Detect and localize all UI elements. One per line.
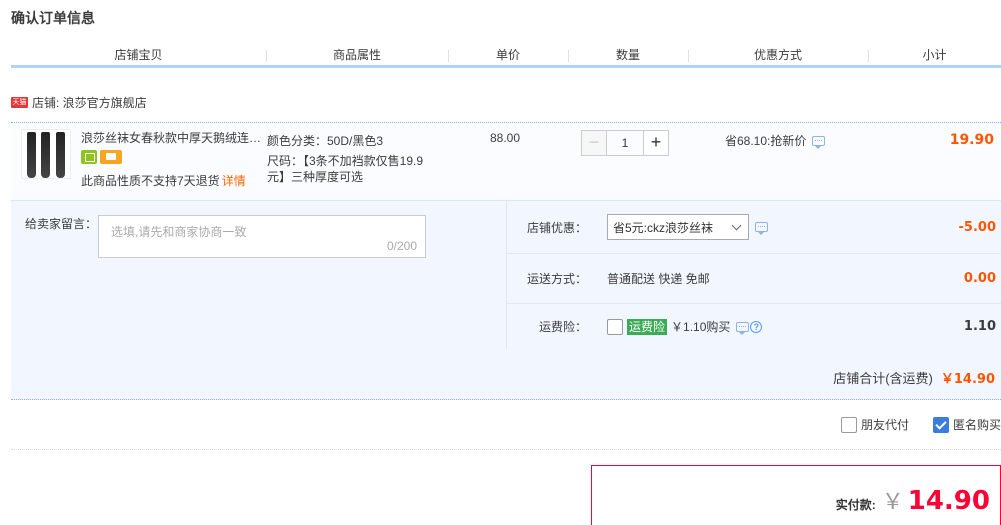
shop-discount-label: 店铺优惠： bbox=[526, 220, 587, 235]
insurance-row: 运费险： 运费险 ￥1.10购买 ? 1.10 bbox=[507, 304, 1001, 349]
total-label: 实付款: bbox=[835, 498, 876, 512]
page-title: 确认订单信息 bbox=[11, 10, 95, 26]
message-icon[interactable] bbox=[812, 135, 826, 149]
divider bbox=[11, 449, 1001, 450]
col-discount: 优惠方式 bbox=[688, 44, 868, 65]
shop-total-value: ￥14.90 bbox=[940, 372, 995, 387]
total-value: 14.90 bbox=[907, 486, 990, 516]
shop-discount-amount: -5.00 bbox=[958, 219, 996, 235]
anonymous-label: 匿名购买 bbox=[952, 418, 1001, 432]
column-header: 店铺宝贝 商品属性 单价 数量 优惠方式 小计 bbox=[11, 44, 1001, 68]
anonymous-option[interactable]: 匿名购买 bbox=[932, 416, 1001, 433]
anonymous-checkbox[interactable] bbox=[932, 416, 949, 433]
col-shop-items: 店铺宝贝 bbox=[114, 48, 163, 62]
credit-card-icon[interactable] bbox=[100, 150, 122, 164]
message-icon[interactable] bbox=[755, 222, 768, 235]
stocking-leg-icon bbox=[56, 132, 66, 178]
total-payment-box: 实付款: ￥ 14.90 bbox=[591, 465, 1001, 525]
shipping-method: 普通配送 快递 免邮 bbox=[607, 272, 710, 286]
discount-text: 省68.10:抢新价 bbox=[725, 134, 807, 148]
col-attributes: 商品属性 bbox=[266, 44, 448, 65]
order-extras: 给卖家留言： 选填,请先和商家协商一致 0/200 店铺优惠： 省5元:ckz浪… bbox=[11, 200, 1001, 400]
attr-color: 颜色分类：50D/黑色3 bbox=[267, 134, 384, 148]
memo-placeholder: 选填,请先和商家协商一致 bbox=[111, 225, 247, 239]
shop-discount-row: 店铺优惠： 省5元:ckz浪莎丝袜 -5.00 bbox=[507, 201, 1001, 254]
insurance-amount: 1.10 bbox=[963, 319, 996, 334]
shop-total-label: 店铺合计(含运费) bbox=[833, 371, 933, 386]
quantity-stepper: − 1 + bbox=[581, 130, 669, 156]
quantity-increase-button[interactable]: + bbox=[643, 130, 669, 156]
stocking-leg-icon bbox=[41, 132, 51, 178]
order-options-panel: 店铺优惠： 省5元:ckz浪莎丝袜 -5.00 运送方式： 普通配送 快递 免邮… bbox=[506, 201, 1001, 349]
message-icon[interactable] bbox=[736, 321, 750, 335]
no-return-notice: 此商品性质不支持7天退货 详情 bbox=[81, 173, 246, 189]
memo-label: 给卖家留言： bbox=[25, 217, 98, 231]
col-quantity: 数量 bbox=[568, 44, 688, 65]
detail-link[interactable]: 详情 bbox=[222, 174, 246, 188]
discount-method: 省68.10:抢新价 bbox=[725, 132, 826, 149]
item-subtotal: 19.90 bbox=[949, 132, 994, 148]
guarantee-icon[interactable] bbox=[81, 150, 97, 164]
shop-row: 天猫 店铺: 浪莎官方旗舰店 bbox=[11, 93, 147, 111]
chevron-down-icon bbox=[731, 220, 742, 231]
service-badges bbox=[81, 150, 122, 164]
shop-total: 店铺合计(含运费) ￥14.90 bbox=[833, 368, 995, 387]
product-image[interactable] bbox=[21, 129, 71, 179]
shop-discount-select[interactable]: 省5元:ckz浪莎丝袜 bbox=[607, 214, 749, 240]
insurance-tag: 运费险 bbox=[627, 318, 668, 335]
total-currency: ￥ bbox=[881, 489, 904, 514]
memo-char-count: 0/200 bbox=[386, 239, 417, 253]
seller-memo-input[interactable]: 选填,请先和商家协商一致 0/200 bbox=[98, 215, 426, 258]
friend-pay-label: 朋友代付 bbox=[860, 418, 909, 432]
col-unit-price: 单价 bbox=[448, 44, 568, 65]
friend-pay-option[interactable]: 朋友代付 bbox=[840, 416, 909, 433]
pay-options: 朋友代付 匿名购买 bbox=[817, 416, 1001, 433]
shipping-label: 运送方式： bbox=[526, 272, 587, 286]
insurance-label: 运费险： bbox=[538, 320, 587, 334]
shop-discount-selected: 省5元:ckz浪莎丝袜 bbox=[613, 220, 714, 235]
friend-pay-checkbox[interactable] bbox=[840, 416, 857, 433]
insurance-checkbox[interactable] bbox=[607, 318, 623, 335]
stocking-leg-icon bbox=[26, 132, 36, 178]
product-title[interactable]: 浪莎丝袜女春秋款中厚天鹅绒连… bbox=[81, 130, 265, 146]
tmall-icon: 天猫 bbox=[11, 96, 28, 108]
shop-name[interactable]: 店铺: 浪莎官方旗舰店 bbox=[32, 94, 147, 111]
order-item-row: 浪莎丝袜女春秋款中厚天鹅绒连… 此商品性质不支持7天退货 详情 颜色分类：50D/… bbox=[11, 122, 1001, 200]
shipping-row: 运送方式： 普通配送 快递 免邮 0.00 bbox=[507, 254, 1001, 304]
no-return-text: 此商品性质不支持7天退货 bbox=[81, 174, 220, 188]
help-icon[interactable]: ? bbox=[750, 320, 763, 333]
unit-price: 88.00 bbox=[490, 131, 521, 145]
insurance-price-text: ￥1.10购买 bbox=[671, 320, 731, 334]
col-subtotal: 小计 bbox=[868, 44, 1001, 65]
quantity-input[interactable]: 1 bbox=[607, 130, 643, 156]
quantity-decrease-button[interactable]: − bbox=[581, 130, 607, 156]
shipping-amount: 0.00 bbox=[963, 271, 996, 286]
product-attributes: 颜色分类：50D/黑色3 尺码：【3条不加裆款仅售19.9 元】三种厚度可选 bbox=[267, 131, 439, 187]
